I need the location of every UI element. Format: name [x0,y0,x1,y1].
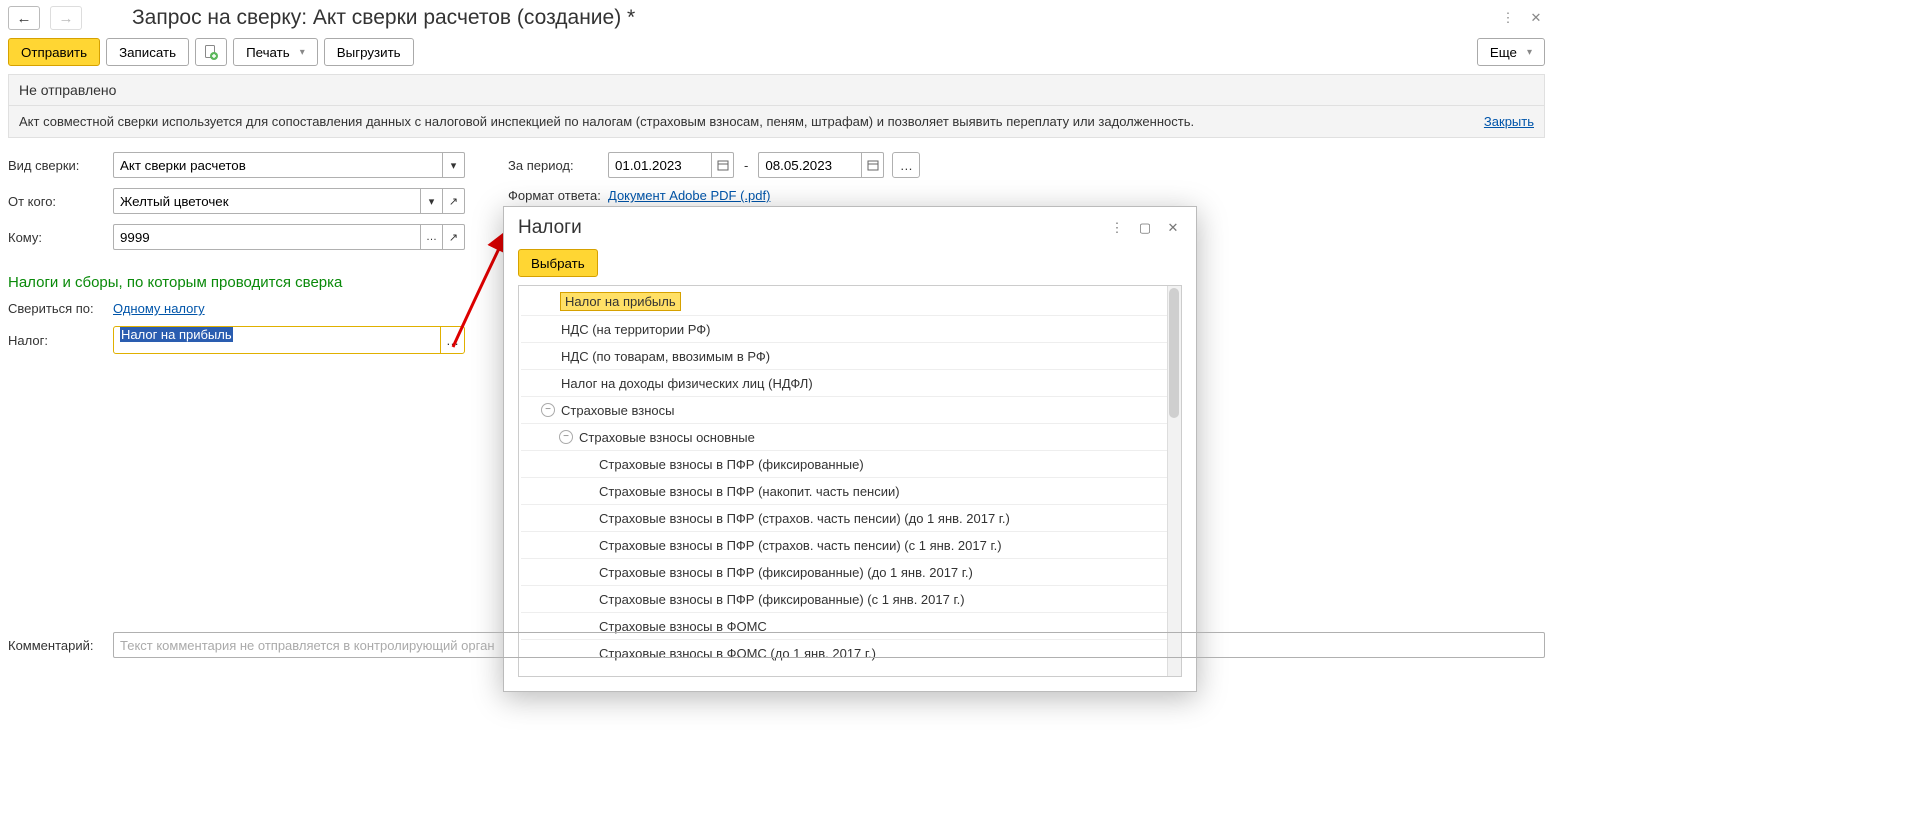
comment-field[interactable]: Текст комментария не отправляется в конт… [113,632,1545,658]
info-text: Акт совместной сверки используется для с… [19,114,1194,129]
tree-item-label: НДС (по товарам, ввозимым в РФ) [561,349,770,364]
tree-toggle-blank [541,295,555,309]
format-link[interactable]: Документ Adobe PDF (.pdf) [608,188,770,203]
popup-select-button[interactable]: Выбрать [518,249,598,277]
popup-scrollbar[interactable] [1167,286,1181,676]
save-button[interactable]: Записать [106,38,189,66]
attach-file-button[interactable] [195,38,227,66]
collapse-icon[interactable]: − [541,403,555,417]
close-info-link[interactable]: Закрыть [1484,114,1534,129]
tree-toggle-blank [579,565,593,579]
period-more-button[interactable]: … [892,152,920,178]
sver-po-link[interactable]: Одному налогу [113,301,205,316]
tree-item-label: Страховые взносы [561,403,674,418]
label-komu: Кому: [8,230,113,245]
tree-toggle-blank [579,619,593,633]
window-kebab-icon[interactable]: ⋮ [1499,9,1517,27]
print-button[interactable]: Печать [233,38,318,66]
calendar-icon [717,159,729,171]
label-ot-kogo: От кого: [8,194,113,209]
tree-item[interactable]: НДС (по товарам, ввозимым в РФ) [521,342,1181,369]
tree-item[interactable]: −Страховые взносы основные [521,423,1181,450]
popup-title: Налоги [518,217,1100,239]
calendar-icon [867,159,879,171]
tree-item-label: Страховые взносы в ПФР (фиксированные) (… [599,565,973,580]
tree-item-label: Налог на доходы физических лиц (НДФЛ) [561,376,813,391]
more-button[interactable]: Еще [1477,38,1545,66]
window-close-icon[interactable]: ✕ [1527,9,1545,27]
status-bar: Не отправлено [8,74,1545,106]
date-to-field[interactable] [758,152,862,178]
tree-item-label: Страховые взносы в ПФР (страхов. часть п… [599,511,1010,526]
nalog-field[interactable]: Налог на прибыль [114,327,440,353]
nav-forward-button[interactable]: → [50,6,82,30]
section-heading-taxes: Налоги и сборы, по которым проводится св… [8,274,478,291]
label-nalog: Налог: [8,333,113,348]
vid-sverki-select[interactable] [113,152,443,178]
info-bar: Акт совместной сверки используется для с… [8,106,1545,138]
ot-kogo-open-icon[interactable]: ↗ [443,188,465,214]
popup-close-icon[interactable]: ✕ [1162,217,1184,239]
page-title: Запрос на сверку: Акт сверки расчетов (с… [132,6,635,30]
comment-placeholder: Текст комментария не отправляется в конт… [120,638,495,653]
label-sver-po: Свериться по: [8,301,113,316]
tree-toggle-blank [541,376,555,390]
tree-item-label: Налог на прибыль [561,294,680,309]
arrow-left-icon: ← [17,10,32,27]
nalog-field-value: Налог на прибыль [120,327,233,342]
taxes-popup: Налоги ⋮ ▢ ✕ Выбрать Налог на прибыль НДС… [503,206,1197,692]
tree-toggle-blank [541,349,555,363]
ot-kogo-dropdown-icon[interactable]: ▾ [421,188,443,214]
tree-item-label: Страховые взносы основные [579,430,755,445]
tree-item[interactable]: Страховые взносы в ПФР (фиксированные) (… [521,585,1181,612]
tree-item-label: Страховые взносы в ПФР (фиксированные) (… [599,592,965,607]
label-format: Формат ответа: [508,188,608,203]
ot-kogo-field[interactable] [113,188,421,214]
tree-item-label: Страховые взносы в ПФР (страхов. часть п… [599,538,1002,553]
toolbar: Отправить Записать Печать Выгрузить Еще [8,38,1545,66]
tree-toggle-blank [579,511,593,525]
tree-item[interactable]: Страховые взносы в ПФР (фиксированные) [521,450,1181,477]
tree-toggle-blank [579,457,593,471]
date-to-calendar-icon[interactable] [862,152,884,178]
tree-item[interactable]: Страховые взносы в ПФР (фиксированные) (… [521,558,1181,585]
popup-scroll-thumb[interactable] [1169,288,1179,418]
popup-maximize-icon[interactable]: ▢ [1134,217,1156,239]
date-from-calendar-icon[interactable] [712,152,734,178]
tree-item[interactable]: Страховые взносы в ПФР (накопит. часть п… [521,477,1181,504]
komu-field[interactable] [113,224,421,250]
arrow-right-icon: → [59,10,74,27]
komu-open-icon[interactable]: ↗ [443,224,465,250]
nalog-field-wrap: Налог на прибыль … [113,326,465,354]
tree-item[interactable]: НДС (на территории РФ) [521,315,1181,342]
tree-item-label: Страховые взносы в ПФР (фиксированные) [599,457,864,472]
tree-toggle-blank [579,484,593,498]
vid-sverki-dropdown-icon[interactable]: ▾ [443,152,465,178]
label-comment: Комментарий: [8,638,113,653]
tree-item[interactable]: Страховые взносы в ПФР (страхов. часть п… [521,531,1181,558]
popup-kebab-icon[interactable]: ⋮ [1106,217,1128,239]
taxes-tree: Налог на прибыль НДС (на территории РФ) НД… [519,286,1181,668]
tree-toggle-blank [541,322,555,336]
tree-item[interactable]: Налог на доходы физических лиц (НДФЛ) [521,369,1181,396]
send-button[interactable]: Отправить [8,38,100,66]
tree-item[interactable]: Страховые взносы в ПФР (страхов. часть п… [521,504,1181,531]
nalog-dots-button[interactable]: … [440,327,464,353]
tree-toggle-blank [579,538,593,552]
tree-item[interactable]: −Страховые взносы [521,396,1181,423]
tree-toggle-blank [579,592,593,606]
export-button[interactable]: Выгрузить [324,38,414,66]
collapse-icon[interactable]: − [559,430,573,444]
label-vid-sverki: Вид сверки: [8,158,113,173]
label-za-period: За период: [508,158,608,173]
period-dash: - [744,158,748,173]
tree-item-label: Страховые взносы в ПФР (накопит. часть п… [599,484,900,499]
tree-item[interactable]: Налог на прибыль [521,288,1181,315]
tree-item-label: НДС (на территории РФ) [561,322,710,337]
nav-back-button[interactable]: ← [8,6,40,30]
file-plus-icon [203,44,219,60]
komu-dots-icon[interactable]: … [421,224,443,250]
date-from-field[interactable] [608,152,712,178]
